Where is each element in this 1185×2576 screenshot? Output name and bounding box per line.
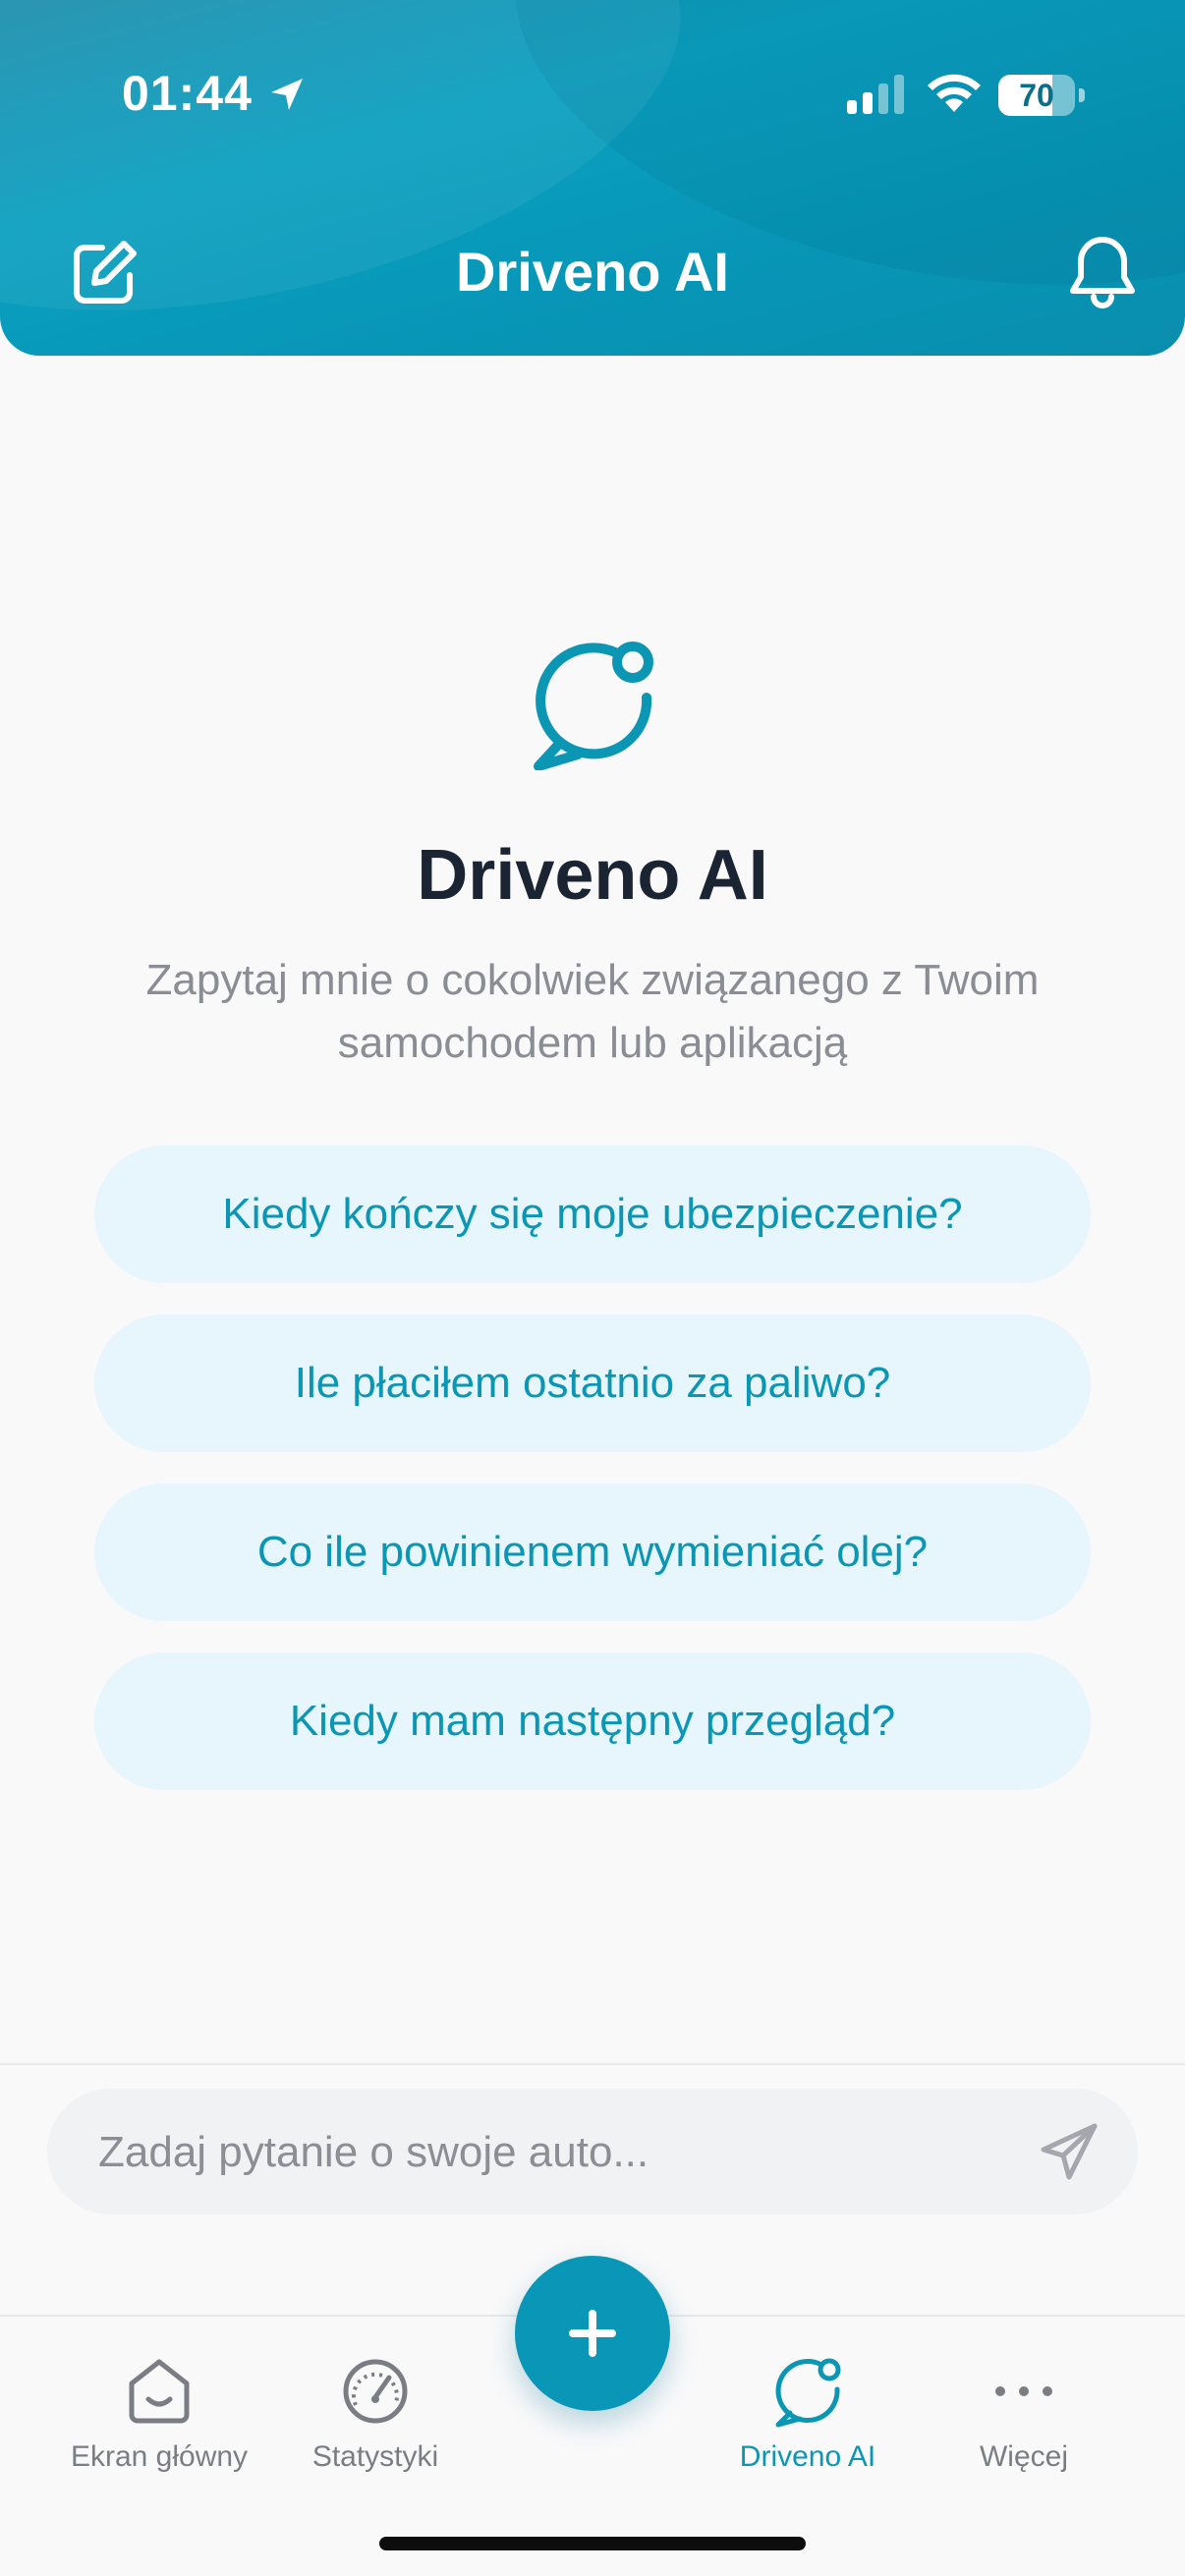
- plus-icon: [569, 2310, 616, 2357]
- nav-item-driveno-ai[interactable]: Driveno AI: [700, 2354, 916, 2501]
- cellular-signal-icon: [847, 75, 904, 114]
- suggestion-inspection-button[interactable]: Kiedy mam następny przegląd?: [94, 1652, 1091, 1790]
- bell-icon[interactable]: [1067, 234, 1138, 308]
- battery-percent: 70: [1019, 78, 1054, 113]
- wifi-icon: [928, 74, 981, 112]
- nav-label-statistics: Statystyki: [311, 2440, 439, 2473]
- nav-item-home[interactable]: Ekran główny: [51, 2354, 267, 2501]
- chat-bubble-icon: [534, 642, 653, 770]
- nav-item-statistics[interactable]: Statystyki: [267, 2354, 483, 2501]
- nav-label-home: Ekran główny: [70, 2440, 249, 2473]
- speedometer-icon: [343, 2359, 408, 2424]
- suggestion-insurance-button[interactable]: Kiedy kończy się moje ubezpieczenie?: [94, 1146, 1091, 1283]
- app-screen: 01:44 70 Driveno AI Driveno AI Zapytaj m…: [0, 0, 1185, 2576]
- hero-subtitle: Zapytaj mnie o cokolwiek związanego z Tw…: [145, 956, 1040, 1067]
- hero-title: Driveno AI: [417, 836, 768, 915]
- status-time: 01:44: [122, 66, 253, 121]
- nav-label-driveno-ai: Driveno AI: [739, 2440, 876, 2473]
- chat-input-container: [47, 2089, 1138, 2216]
- divider: [0, 2063, 1185, 2065]
- more-dots-icon: [995, 2386, 1052, 2396]
- home-icon: [129, 2359, 190, 2424]
- nav-item-more[interactable]: Więcej: [916, 2354, 1132, 2501]
- page-title: Driveno AI: [456, 241, 729, 303]
- nav-label-more: Więcej: [979, 2440, 1068, 2473]
- chat-bubble-icon: [775, 2358, 841, 2428]
- home-indicator: [379, 2537, 806, 2550]
- add-button[interactable]: [515, 2256, 670, 2411]
- chat-input[interactable]: [96, 2089, 1004, 2216]
- battery-indicator: 70: [998, 75, 1085, 116]
- location-arrow-icon: [271, 79, 303, 110]
- header: 01:44 70 Driveno AI: [0, 0, 1185, 356]
- send-icon[interactable]: [1038, 2120, 1100, 2183]
- suggestion-oil-button[interactable]: Co ile powinienem wymieniać olej?: [94, 1484, 1091, 1621]
- suggestion-fuel-button[interactable]: Ile płaciłem ostatnio za paliwo?: [94, 1315, 1091, 1452]
